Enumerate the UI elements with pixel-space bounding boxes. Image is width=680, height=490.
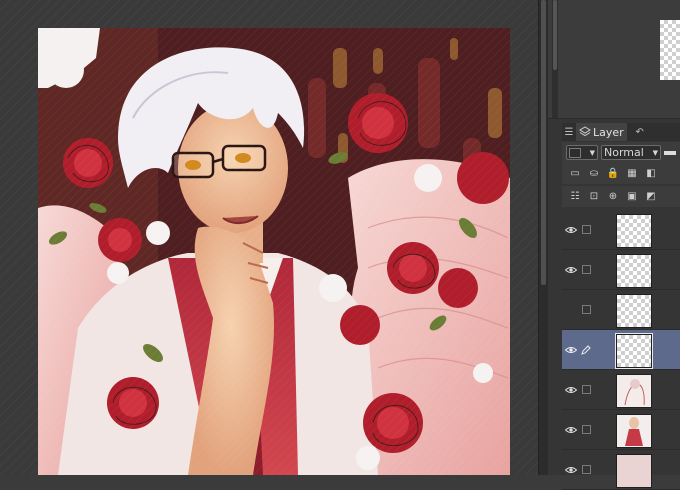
layer-row[interactable] <box>562 410 680 450</box>
artwork-canvas[interactable] <box>38 28 510 475</box>
chevron-down-icon: ▼ <box>652 148 658 157</box>
layer-lock-toggle[interactable] <box>580 385 592 394</box>
layer-row[interactable] <box>562 370 680 410</box>
opacity-slider[interactable] <box>664 150 676 155</box>
layer-lock-toggle[interactable] <box>580 425 592 434</box>
palette-menu-icon[interactable]: ☰ <box>562 127 576 138</box>
right-panel: ☰ Layer ↶ ▼ Normal ▼ ▭ ⛀ 🔒 ▦ ◧ ☷ ⊡ ⊕ ▣ ◩ <box>548 0 680 490</box>
lock-transparency-icon[interactable]: ▦ <box>625 167 639 181</box>
eye-icon[interactable] <box>562 466 580 474</box>
lock-icon[interactable]: 🔒 <box>606 167 620 181</box>
layer-color-select[interactable]: ▼ <box>566 145 598 160</box>
layer-thumbnail <box>616 214 652 248</box>
layer-list <box>562 210 680 490</box>
eye-icon[interactable] <box>562 266 580 274</box>
blend-mode-value: Normal <box>604 146 644 159</box>
layer-toolbar-top: ▭ ⛀ 🔒 ▦ ◧ <box>562 163 680 184</box>
pencil-icon <box>580 344 592 355</box>
tab-layer-label: Layer <box>593 125 624 139</box>
layer-thumbnail <box>616 294 652 328</box>
layer-lock-toggle[interactable] <box>580 465 592 474</box>
layer-row-selected[interactable] <box>562 330 680 370</box>
eye-icon[interactable] <box>562 226 580 234</box>
layer-thumbnail <box>616 254 652 288</box>
eye-icon[interactable] <box>562 386 580 394</box>
artwork-illustration <box>38 28 510 475</box>
layer-thumbnail <box>616 374 652 408</box>
eye-icon[interactable] <box>562 346 580 354</box>
layer-lock-toggle[interactable] <box>580 305 592 314</box>
chevron-down-icon: ▼ <box>589 148 595 157</box>
layer-lock-toggle[interactable] <box>580 225 592 234</box>
layers-icon <box>579 126 591 137</box>
undo-history-icon[interactable]: ↶ <box>633 127 647 138</box>
new-folder-icon[interactable]: ▣ <box>625 190 639 204</box>
new-raster-layer-icon[interactable]: ⊡ <box>587 190 601 204</box>
layer-options-bar: ▼ Normal ▼ <box>562 142 680 163</box>
layer-lock-toggle[interactable] <box>580 265 592 274</box>
layer-row[interactable] <box>562 250 680 290</box>
upper-palette-scrollbar[interactable] <box>552 0 558 118</box>
tab-layer[interactable]: Layer <box>576 123 627 141</box>
new-vector-layer-icon[interactable]: ⊕ <box>606 190 620 204</box>
layer-thumbnail <box>616 454 652 488</box>
upper-palette-scroll-thumb[interactable] <box>553 0 557 70</box>
clip-lower-layer-icon[interactable]: ▭ <box>568 167 582 181</box>
layer-toolbar-bottom: ☷ ⊡ ⊕ ▣ ◩ <box>562 186 680 207</box>
canvas-scroll-thumb[interactable] <box>541 0 546 285</box>
layer-thumbnail <box>615 333 653 369</box>
layer-color-swatch-icon <box>569 147 581 158</box>
layer-list-view-icon[interactable]: ☷ <box>568 190 582 204</box>
upper-palette <box>548 0 680 119</box>
layer-thumbnail <box>616 414 652 448</box>
layer-palette-tabs: ☰ Layer ↶ <box>562 123 680 141</box>
layer-row[interactable] <box>562 210 680 250</box>
add-mask-icon[interactable]: ◩ <box>644 190 658 204</box>
canvas-workspace[interactable] <box>0 0 540 475</box>
eye-icon[interactable] <box>562 426 580 434</box>
layer-row[interactable] <box>562 290 680 330</box>
layer-row[interactable] <box>562 450 680 490</box>
transparent-preview <box>660 20 680 80</box>
mask-icon[interactable]: ◧ <box>644 167 658 181</box>
blend-mode-select[interactable]: Normal ▼ <box>601 145 661 160</box>
reference-layer-icon[interactable]: ⛀ <box>587 167 601 181</box>
